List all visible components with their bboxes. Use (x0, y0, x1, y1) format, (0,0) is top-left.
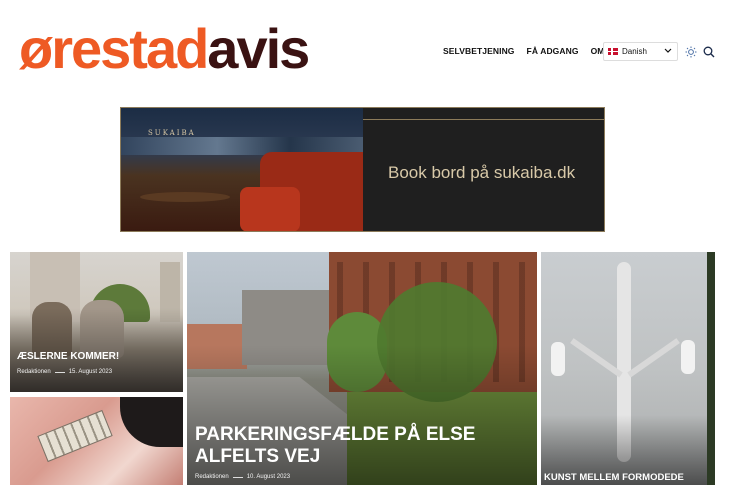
article-author[interactable]: Redaktionen (17, 369, 51, 375)
article-card-xylophone[interactable] (10, 397, 183, 485)
language-label: Danish (622, 47, 647, 56)
article-card-aeslerne[interactable]: ÆSLERNE KOMMER! Redaktionen 15. August 2… (10, 252, 183, 392)
banner-ad[interactable]: SUKAIBA Book bord på sukaiba.dk (120, 107, 605, 232)
article-card-kunst[interactable]: KUNST MELLEM FORMODEDE (541, 252, 707, 485)
language-select[interactable]: Danish (603, 42, 678, 61)
article-title[interactable]: PARKERINGSFÆLDE PÅ ELSE ALFELTS VEJ (195, 424, 485, 468)
banner-brand: SUKAIBA (148, 129, 196, 137)
sun-icon[interactable] (685, 45, 697, 58)
article-image (10, 397, 183, 485)
article-author[interactable]: Redaktionen (195, 474, 229, 480)
article-title[interactable]: ÆSLERNE KOMMER! (17, 351, 119, 362)
logo-part-avis: avis (207, 17, 310, 80)
article-meta: Redaktionen 10. August 2023 (195, 474, 290, 480)
chevron-down-icon (664, 46, 672, 56)
article-date: 10. August 2023 (246, 474, 291, 480)
logo-part-orestad: ørestad (19, 17, 209, 80)
banner-divider (363, 119, 605, 120)
nav-selvbetjening[interactable]: SELVBETJENING (443, 46, 515, 56)
article-date: 15. August 2023 (68, 369, 113, 375)
banner-photo: SUKAIBA (120, 107, 363, 232)
article-card-parkeringsfaelde[interactable]: PARKERINGSFÆLDE PÅ ELSE ALFELTS VEJ Reda… (187, 252, 537, 485)
article-meta: Redaktionen 15. August 2023 (17, 369, 112, 375)
nav-faa-adgang[interactable]: FÅ ADGANG (527, 46, 579, 56)
article-title[interactable]: KUNST MELLEM FORMODEDE (544, 472, 684, 483)
site-logo[interactable]: ørestadavis (19, 21, 310, 77)
banner-text: Book bord på sukaiba.dk (388, 163, 576, 182)
search-icon[interactable] (703, 45, 715, 58)
article-card-next-partial[interactable] (707, 252, 715, 485)
denmark-flag-icon (608, 48, 618, 55)
